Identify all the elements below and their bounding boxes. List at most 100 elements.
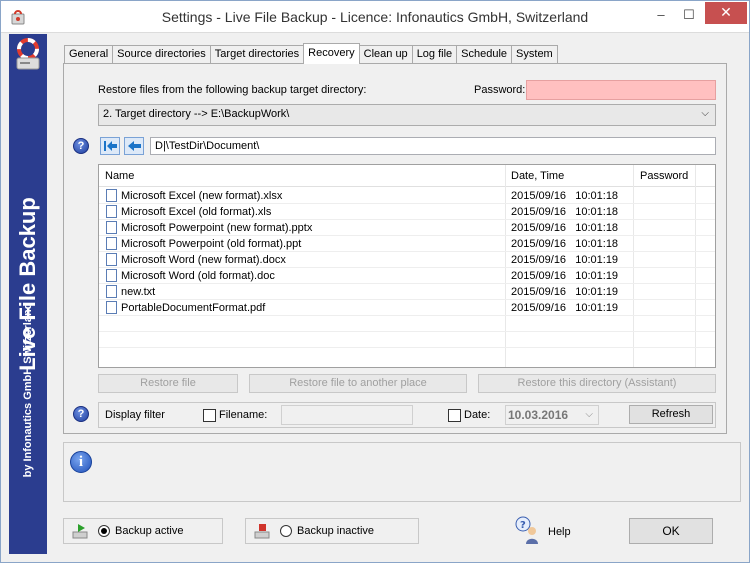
table-row[interactable]: Microsoft Word (old format).doc 2015/09/… [99, 268, 715, 284]
file-date-time: 2015/09/16 10:01:19 [511, 254, 619, 266]
file-icon [106, 237, 117, 250]
tab-target-directories[interactable]: Target directories [209, 45, 305, 64]
file-name: Microsoft Word (new format).docx [121, 254, 286, 266]
file-list-header: Name Date, Time Password [99, 165, 715, 187]
file-date-time: 2015/09/16 10:01:18 [511, 206, 619, 218]
backup-inactive-radio[interactable] [280, 525, 292, 537]
refresh-button[interactable]: Refresh [629, 405, 713, 424]
password-input[interactable] [526, 80, 716, 100]
column-date-time[interactable]: Date, Time [511, 170, 564, 182]
tab-general[interactable]: General [64, 45, 114, 64]
display-filter-label: Display filter [105, 409, 165, 421]
ok-button[interactable]: OK [629, 518, 713, 544]
title-bar[interactable]: Settings - Live File Backup - Licence: I… [1, 1, 749, 33]
table-row[interactable]: Microsoft Excel (old format).xls 2015/09… [99, 204, 715, 220]
sidebar-subtitle: by Infonautics GmbH Switzerland [22, 302, 34, 478]
minimize-button[interactable]: – [647, 1, 675, 29]
file-list[interactable]: Name Date, Time Password Microsoft Excel… [98, 164, 716, 368]
file-name: PortableDocumentFormat.pdf [121, 302, 266, 314]
tab-log-file[interactable]: Log file [411, 45, 458, 64]
file-icon [106, 285, 117, 298]
help-button[interactable]: ? Help [514, 515, 584, 545]
chevron-down-icon: ⌵ [585, 409, 593, 420]
file-icon [106, 269, 117, 282]
restore-label: Restore files from the following backup … [98, 84, 367, 96]
table-row[interactable]: PortableDocumentFormat.pdf 2015/09/16 10… [99, 300, 715, 316]
lifebuoy-drive-icon [16, 38, 40, 70]
table-row[interactable] [99, 316, 715, 332]
table-row[interactable]: new.txt 2015/09/16 10:01:19 [99, 284, 715, 300]
file-date-time: 2015/09/16 10:01:18 [511, 238, 619, 250]
info-icon: i [70, 451, 92, 473]
tab-system[interactable]: System [511, 45, 558, 64]
filename-filter-input[interactable] [281, 405, 413, 425]
password-label: Password: [474, 84, 526, 96]
file-date-time: 2015/09/16 10:01:18 [511, 190, 619, 202]
table-row[interactable] [99, 332, 715, 348]
file-icon [106, 253, 117, 266]
close-button[interactable]: ✕ [705, 2, 747, 24]
file-name: Microsoft Excel (new format).xlsx [121, 190, 283, 202]
backup-active-option[interactable]: Backup active [63, 518, 223, 544]
backup-active-radio[interactable] [98, 525, 110, 537]
file-name: Microsoft Powerpoint (new format).pptx [121, 222, 313, 234]
restore-directory-button[interactable]: Restore this directory (Assistant) [478, 374, 716, 393]
restore-file-button[interactable]: Restore file [98, 374, 238, 393]
file-name: Microsoft Excel (old format).xls [121, 206, 272, 218]
file-icon [106, 221, 117, 234]
file-icon [106, 205, 117, 218]
target-directory-select[interactable]: 2. Target directory --> E:\BackupWork\ ⌵ [98, 104, 716, 126]
go-to-root-button[interactable] [100, 137, 120, 155]
filename-label: Filename: [219, 409, 268, 421]
go-up-button[interactable] [124, 137, 144, 155]
date-filter-checkbox[interactable] [448, 409, 461, 422]
table-row[interactable]: Microsoft Excel (new format).xlsx 2015/0… [99, 188, 715, 204]
svg-text:?: ? [520, 520, 526, 531]
target-directory-value: 2. Target directory --> E:\BackupWork\ [103, 108, 290, 120]
backup-inactive-option[interactable]: Backup inactive [245, 518, 419, 544]
file-name: new.txt [121, 286, 156, 298]
file-date-time: 2015/09/16 10:01:18 [511, 222, 619, 234]
backup-inactive-label: Backup inactive [297, 525, 375, 537]
column-password[interactable]: Password [640, 170, 688, 182]
backup-active-icon [72, 524, 88, 539]
settings-window: Settings - Live File Backup - Licence: I… [0, 0, 750, 563]
help-person-icon: ? [515, 516, 538, 544]
file-date-time: 2015/09/16 10:01:19 [511, 270, 619, 282]
date-label: Date: [464, 409, 491, 421]
date-value: 10.03.2016 [508, 408, 569, 422]
chevron-down-icon: ⌵ [701, 108, 709, 119]
file-icon [106, 301, 117, 314]
recovery-panel: Restore files from the following backup … [63, 63, 727, 434]
tab-source-directories[interactable]: Source directories [112, 45, 211, 64]
file-name: Microsoft Word (old format).doc [121, 270, 275, 282]
table-row[interactable]: Microsoft Word (new format).docx 2015/09… [99, 252, 715, 268]
window-title: Settings - Live File Backup - Licence: I… [161, 9, 589, 25]
tab-strip: General Source directories Target direct… [64, 43, 558, 64]
tab-clean-up[interactable]: Clean up [358, 45, 413, 64]
column-name[interactable]: Name [105, 170, 134, 182]
file-name: Microsoft Powerpoint (old format).ppt [121, 238, 302, 250]
file-date-time: 2015/09/16 10:01:19 [511, 302, 619, 314]
info-panel: i [63, 442, 741, 502]
file-date-time: 2015/09/16 10:01:19 [511, 286, 619, 298]
maximize-button[interactable]: ☐ [675, 1, 703, 29]
current-path-field[interactable]: D|\TestDir\Document\ [150, 137, 716, 155]
filename-filter-checkbox[interactable] [203, 409, 216, 422]
tab-recovery[interactable]: Recovery [303, 43, 360, 64]
backup-active-label: Backup active [115, 525, 184, 537]
help-icon[interactable]: ? [73, 406, 89, 422]
tab-schedule[interactable]: Schedule [456, 45, 513, 64]
display-filter-bar: Display filter Filename: Date: 10.03.201… [98, 402, 716, 428]
brand-sidebar: Live File Backup by Infonautics GmbH Swi… [9, 34, 47, 554]
help-icon[interactable]: ? [73, 138, 89, 154]
file-icon [106, 189, 117, 202]
restore-to-another-place-button[interactable]: Restore file to another place [249, 374, 467, 393]
help-label: Help [548, 526, 571, 538]
table-row[interactable]: Microsoft Powerpoint (old format).ppt 20… [99, 236, 715, 252]
table-row[interactable]: Microsoft Powerpoint (new format).pptx 2… [99, 220, 715, 236]
date-filter-picker[interactable]: 10.03.2016 ⌵ [505, 405, 599, 425]
arrow-left-icon [128, 141, 141, 151]
arrow-to-start-icon [104, 141, 117, 151]
backup-inactive-icon [254, 524, 270, 539]
